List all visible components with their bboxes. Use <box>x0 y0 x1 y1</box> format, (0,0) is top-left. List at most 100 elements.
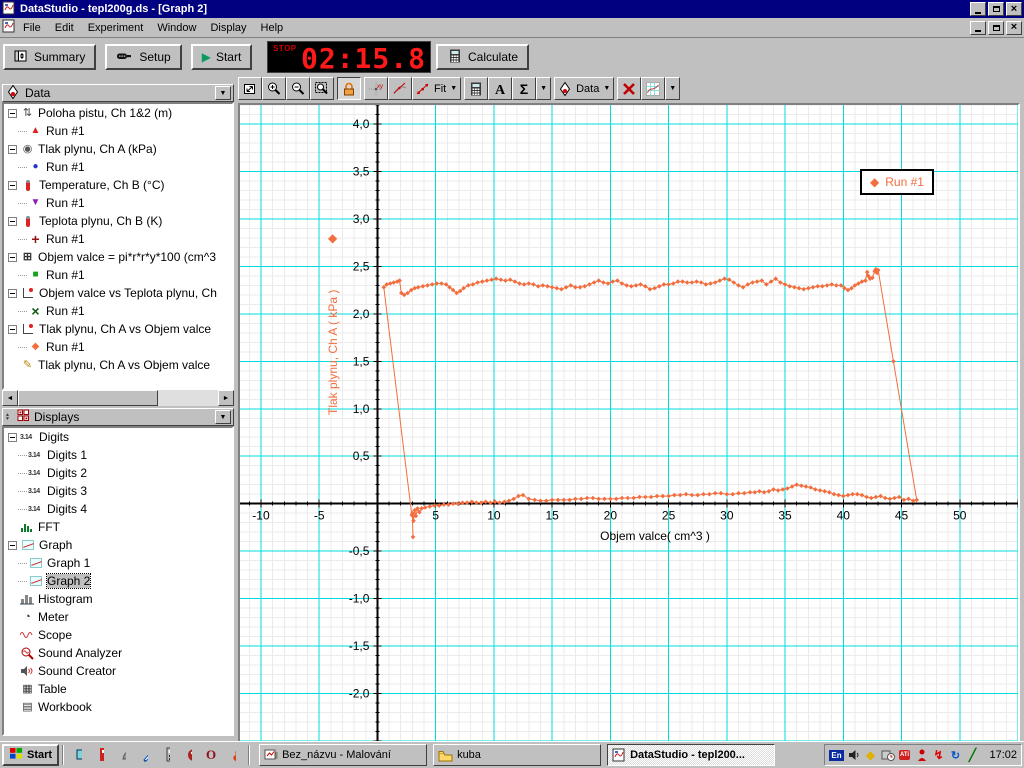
refresh-icon[interactable]: ↻ <box>948 748 963 763</box>
display-item-workbook[interactable]: ▤ Workbook <box>4 698 232 716</box>
zoom-in-button[interactable] <box>262 77 286 100</box>
data-item-tlak-plynu-ch-a-vs-objem-valce[interactable]: ✎ Tlak plynu, Ch A vs Objem valce <box>4 356 232 374</box>
gray-app-icon[interactable] <box>114 746 132 764</box>
data-item-tlak-plynu-ch-a-kpa[interactable]: ◉ Tlak plynu, Ch A (kPa) <box>4 140 232 158</box>
collapse-box[interactable] <box>8 432 17 442</box>
display-item-meter[interactable]: ◔ Meter <box>4 608 232 626</box>
data-item-objem-valce-vs-teplota-plynu-ch[interactable]: Objem valce vs Teplota plynu, Ch <box>4 284 232 302</box>
menu-file[interactable]: File <box>16 20 48 36</box>
statistics-button-dropdown[interactable]: ▼ <box>536 77 552 100</box>
data-child-run-1[interactable]: + Run #1 <box>4 230 232 248</box>
zoom-select-button[interactable] <box>310 77 334 100</box>
data-child-run-1[interactable]: × Run #1 <box>4 302 232 320</box>
data-panel-header[interactable]: Data ▼ <box>2 84 234 102</box>
display-item-table[interactable]: ▦ Table <box>4 680 232 698</box>
pen-app-icon[interactable] <box>136 746 154 764</box>
displays-dropdown-button[interactable]: ▼ <box>215 410 231 424</box>
display-child-graph-2[interactable]: Graph 2 <box>4 572 232 590</box>
collapse-box[interactable] <box>8 216 17 226</box>
task-bez-n-zvu-malov-n[interactable]: Bez_názvu - Malování <box>259 744 428 766</box>
opera-o-icon[interactable]: O <box>202 746 220 764</box>
collapse-box[interactable] <box>8 144 17 154</box>
data-child-run-1[interactable]: ● Run #1 <box>4 158 232 176</box>
calculator-app-icon[interactable] <box>158 746 176 764</box>
display-item-digits[interactable]: 3.14 Digits <box>4 428 232 446</box>
display-item-histogram[interactable]: Histogram <box>4 590 232 608</box>
plot-area[interactable]: -10 -5 5 10 15 20 25 30 35 40 45 50 4,0 3,5 3,0 2,5 2,0 1… <box>238 103 1020 743</box>
display-item-graph[interactable]: Graph <box>4 536 232 554</box>
show-desktop-icon[interactable] <box>70 746 88 764</box>
display-child-digits-3[interactable]: 3.14 Digits 3 <box>4 482 232 500</box>
task-kuba[interactable]: kuba <box>433 744 602 766</box>
menu-edit[interactable]: Edit <box>48 20 81 36</box>
splitter-icon[interactable]: ▲ ▼ <box>5 413 13 422</box>
flame-icon[interactable] <box>224 746 242 764</box>
data-item-poloha-pistu-ch-1-2-m[interactable]: ⇅ Poloha pistu, Ch 1&2 (m) <box>4 104 232 122</box>
zoom-out-button[interactable] <box>286 77 310 100</box>
display-item-scope[interactable]: Scope <box>4 626 232 644</box>
data-tree-hscrollbar[interactable]: ◄ ► <box>2 390 234 406</box>
start-button[interactable]: ▶ Start <box>190 44 253 70</box>
collapse-box[interactable] <box>8 540 17 550</box>
scroll-left-button[interactable]: ◄ <box>2 390 18 406</box>
child-minimize-button[interactable] <box>970 20 986 35</box>
child-close-button[interactable]: × <box>1006 20 1022 35</box>
power-icon[interactable]: ↯ <box>931 748 946 763</box>
graph-settings-button-dropdown[interactable]: ▼ <box>665 77 681 100</box>
display-item-fft[interactable]: FFT <box>4 518 232 536</box>
statistics-button[interactable]: Σ <box>512 77 537 100</box>
collapse-box[interactable] <box>8 288 17 298</box>
child-restore-button[interactable] <box>988 20 1004 35</box>
restore-button[interactable] <box>988 2 1004 16</box>
modem-icon[interactable]: ╱ <box>965 748 980 763</box>
collapse-box[interactable] <box>8 324 17 334</box>
legend[interactable]: ◆ Run #1 <box>860 169 934 195</box>
red-document-icon[interactable] <box>92 746 110 764</box>
scroll-right-button[interactable]: ► <box>218 390 234 406</box>
menu-help[interactable]: Help <box>254 20 291 36</box>
delete-button[interactable] <box>617 77 642 100</box>
displays-panel-header[interactable]: ▲ ▼ Displays ▼ <box>2 408 234 426</box>
collapse-box[interactable] <box>8 252 17 262</box>
volume-icon[interactable] <box>846 748 861 763</box>
calculator-button[interactable] <box>464 77 489 100</box>
display-item-sound-analyzer[interactable]: Sound Analyzer <box>4 644 232 662</box>
data-child-run-1[interactable]: ■ Run #1 <box>4 266 232 284</box>
display-child-graph-1[interactable]: Graph 1 <box>4 554 232 572</box>
data-item-temperature-ch-b-c[interactable]: Temperature, Ch B (°C) <box>4 176 232 194</box>
summary-button[interactable]: Summary <box>3 44 97 70</box>
menu-display[interactable]: Display <box>203 20 253 36</box>
red-app-icon[interactable] <box>914 748 929 763</box>
display-item-sound-creator[interactable]: Sound Creator <box>4 662 232 680</box>
scrollbar-thumb[interactable] <box>18 390 158 406</box>
collapse-box[interactable] <box>8 180 17 190</box>
data-child-run-1[interactable]: ▼ Run #1 <box>4 194 232 212</box>
task-datastudio-tepl200[interactable]: DataStudio - tepl200... <box>607 744 776 766</box>
ati-display-icon[interactable]: ATi <box>897 748 912 763</box>
menu-experiment[interactable]: Experiment <box>81 20 151 36</box>
red-dragon-icon[interactable] <box>180 746 198 764</box>
text-tool-button[interactable]: A <box>488 77 513 100</box>
data-menu-button[interactable]: Data ▼ <box>554 77 615 100</box>
display-child-digits-4[interactable]: 3.14 Digits 4 <box>4 500 232 518</box>
lock-button[interactable] <box>337 77 361 100</box>
slope-tool-button[interactable] <box>388 77 412 100</box>
collapse-box[interactable] <box>8 108 17 118</box>
scheduler-icon[interactable] <box>880 748 895 763</box>
display-child-digits-2[interactable]: 3.14 Digits 2 <box>4 464 232 482</box>
data-dropdown-button[interactable]: ▼ <box>215 86 231 100</box>
data-item-teplota-plynu-ch-b-k[interactable]: Teplota plynu, Ch B (K) <box>4 212 232 230</box>
keyboard-layout-icon[interactable]: En <box>829 748 844 763</box>
fit-menu-button[interactable]: Fit ▼ <box>412 77 462 100</box>
graph-settings-button[interactable] <box>641 77 666 100</box>
calculate-button[interactable]: Calculate <box>436 44 530 70</box>
menu-window[interactable]: Window <box>150 20 203 36</box>
smart-tool-button[interactable]: xy <box>364 77 388 100</box>
data-item-objem-valce-pi-r-r-y-100-cm-3[interactable]: ⊞ Objem valce = pi*r*r*y*100 (cm^3 <box>4 248 232 266</box>
data-item-tlak-plynu-ch-a-vs-objem-valce[interactable]: Tlak plynu, Ch A vs Objem valce <box>4 320 232 338</box>
setup-button[interactable]: Setup <box>105 44 182 70</box>
scale-to-fit-button[interactable] <box>238 77 262 100</box>
data-child-run-1[interactable]: ▲ Run #1 <box>4 122 232 140</box>
data-child-run-1[interactable]: ◆ Run #1 <box>4 338 232 356</box>
minimize-button[interactable] <box>970 2 986 16</box>
